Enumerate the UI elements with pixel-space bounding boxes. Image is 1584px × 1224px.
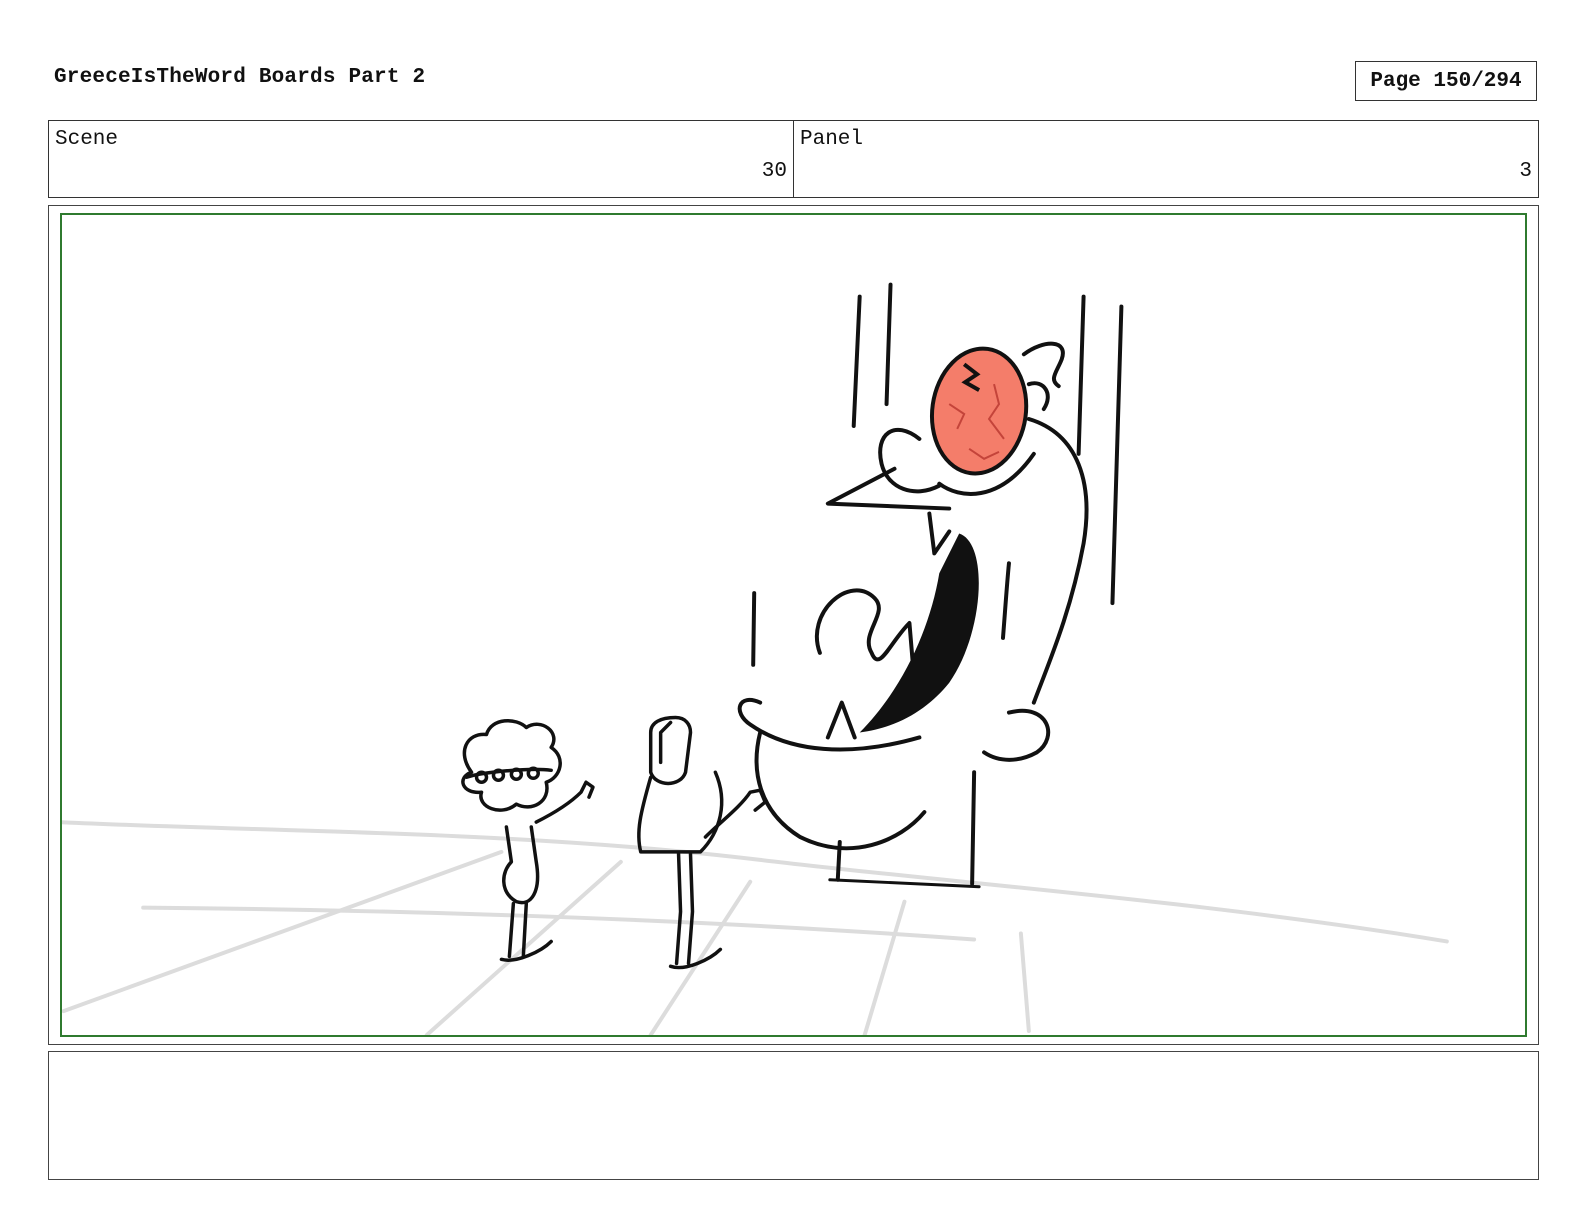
torso xyxy=(637,770,724,854)
tongue xyxy=(815,588,917,685)
red-bald-head xyxy=(929,346,1029,476)
open-mouth xyxy=(859,533,979,733)
pointing-arm xyxy=(703,788,767,839)
ear xyxy=(1026,381,1050,412)
floor-lines xyxy=(62,820,1449,1035)
tooth-bottom xyxy=(825,700,857,740)
kid-legs xyxy=(507,901,529,959)
tooth-top xyxy=(927,511,952,556)
sketch-illustration xyxy=(62,282,1449,1035)
board-title: GreeceIsTheWord Boards Part 2 xyxy=(54,66,426,89)
notes-box xyxy=(48,1051,1539,1180)
backpack xyxy=(648,715,693,786)
neck xyxy=(1000,561,1011,640)
scene-cell: Scene 30 xyxy=(49,121,793,197)
body-line xyxy=(970,770,977,886)
back-of-head xyxy=(1026,417,1089,705)
head-outline xyxy=(878,427,942,494)
bald-screaming-character xyxy=(737,341,1089,889)
tall-kid-legs xyxy=(674,852,695,966)
curly-hair xyxy=(461,719,562,812)
storyboard-frame xyxy=(48,205,1539,1045)
panel-number: 3 xyxy=(1519,160,1532,183)
backpack-kid xyxy=(637,715,767,970)
panel-label: Panel xyxy=(800,128,864,151)
scene-panel-info: Scene 30 Panel 3 xyxy=(48,120,1539,198)
panel-cell: Panel 3 xyxy=(793,121,1538,197)
shoulder xyxy=(982,708,1051,762)
storyboard-drawing xyxy=(60,213,1527,1037)
scene-label: Scene xyxy=(55,128,119,151)
scene-number: 30 xyxy=(761,160,787,183)
raised-arm xyxy=(534,780,595,824)
page-number-badge: Page 150/294 xyxy=(1355,61,1537,101)
